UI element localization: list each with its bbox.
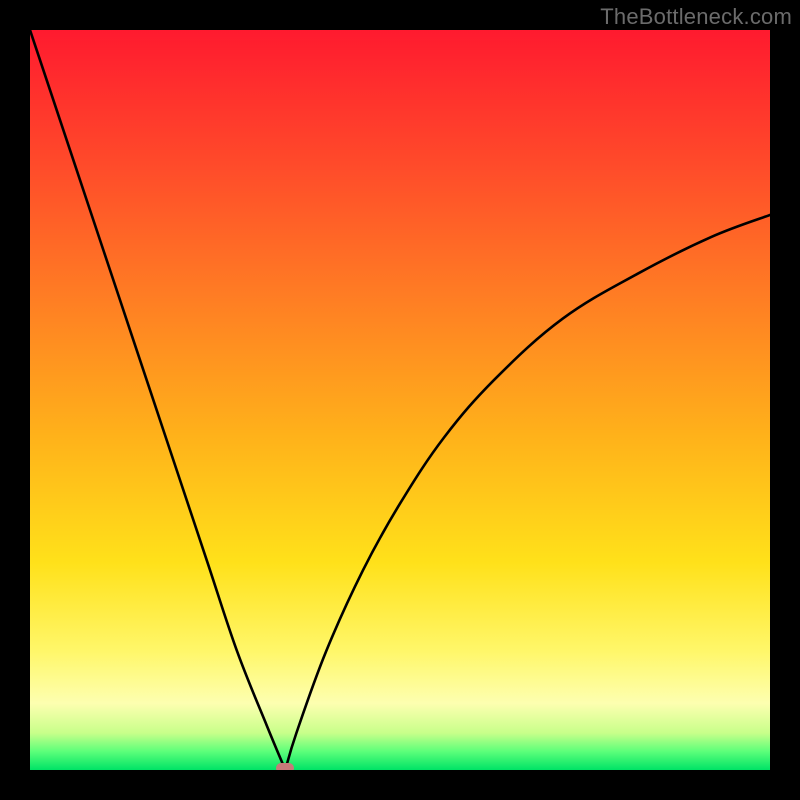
curve-path: [30, 30, 770, 770]
plot-area: [30, 30, 770, 770]
bottleneck-curve: [30, 30, 770, 770]
minimum-marker: [276, 763, 294, 770]
watermark-text: TheBottleneck.com: [600, 4, 792, 30]
chart-frame: TheBottleneck.com: [0, 0, 800, 800]
